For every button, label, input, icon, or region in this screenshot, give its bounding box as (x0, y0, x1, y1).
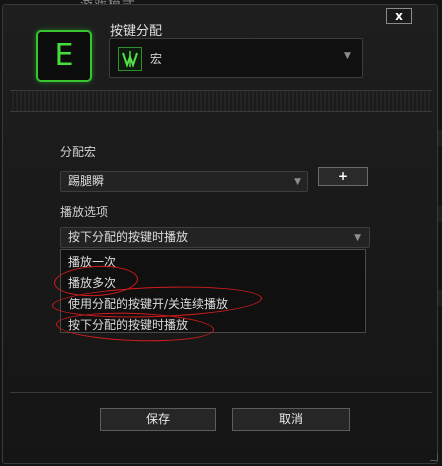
cancel-button[interactable]: 取消 (232, 408, 350, 431)
resize-handle[interactable] (430, 453, 438, 461)
dialog-title: 按键分配 (110, 24, 163, 39)
macro-select[interactable]: 踢腿瞬 ▼ (60, 171, 308, 192)
playback-options-label: 播放选项 (60, 205, 109, 219)
header-separator (10, 90, 432, 112)
macro-icon (118, 47, 142, 71)
chevron-down-icon: ▼ (354, 233, 361, 243)
playback-select-value: 按下分配的按键时播放 (68, 230, 189, 244)
key-badge: E (36, 30, 92, 82)
assign-macro-label: 分配宏 (60, 145, 97, 159)
chevron-down-icon: ▼ (344, 51, 351, 61)
playback-select[interactable]: 按下分配的按键时播放 ▼ (60, 227, 370, 248)
close-button[interactable]: x (386, 8, 412, 24)
footer-separator (10, 392, 432, 393)
assignment-value: 宏 (150, 52, 163, 66)
chevron-down-icon: ▼ (294, 177, 301, 187)
add-macro-button[interactable]: + (318, 167, 368, 186)
assignment-type-dropdown[interactable]: 宏 ▼ (109, 38, 363, 78)
macro-select-value: 踢腿瞬 (68, 174, 105, 188)
save-button[interactable]: 保存 (100, 408, 216, 431)
